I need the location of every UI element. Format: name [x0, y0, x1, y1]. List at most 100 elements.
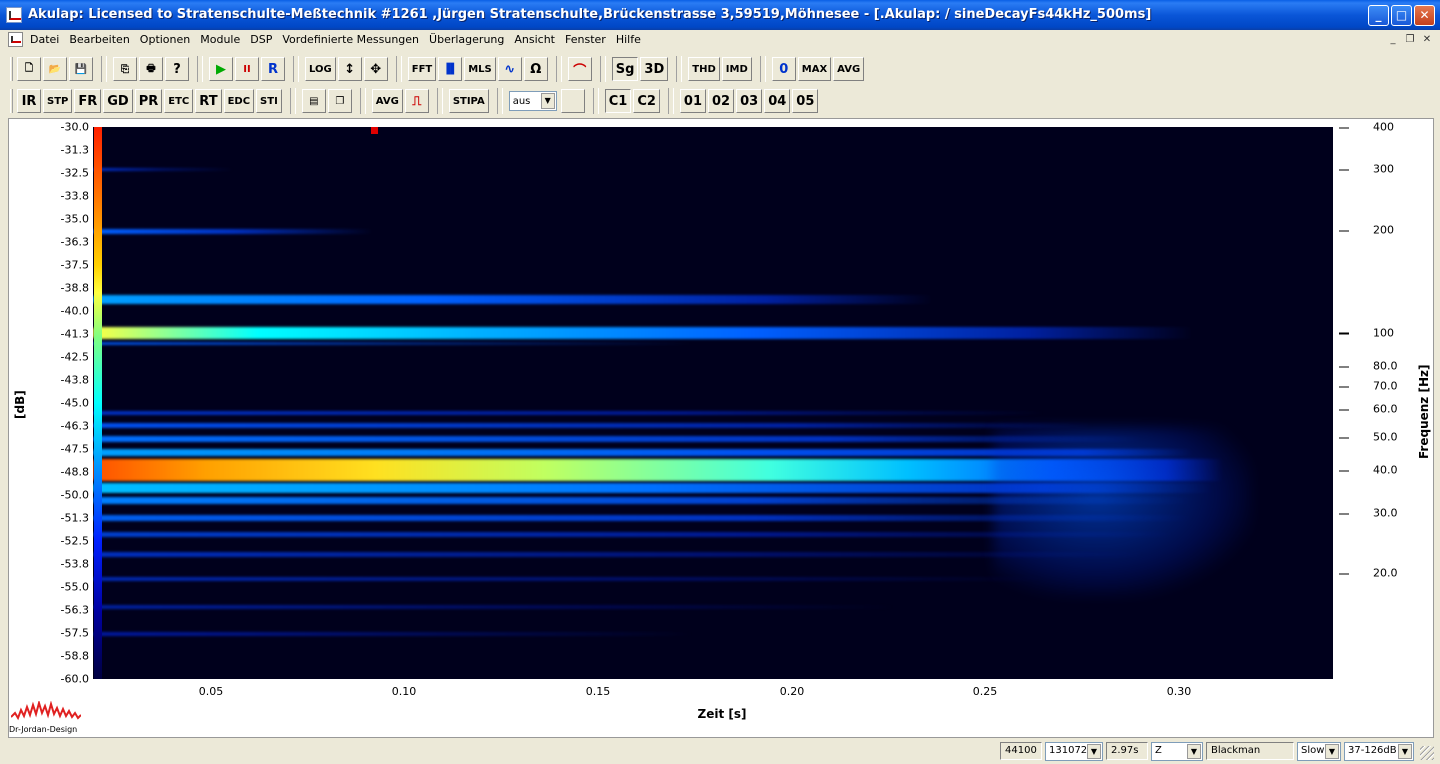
bar-spectrum-button[interactable]: ▐▌ — [438, 57, 463, 81]
impedance-button[interactable]: Ω — [523, 57, 548, 81]
minimize-button[interactable]: _ — [1368, 5, 1389, 26]
avg-button[interactable]: AVG — [833, 57, 865, 81]
ir-button[interactable]: IR — [17, 89, 41, 113]
separator — [592, 88, 599, 114]
menu-module[interactable]: Module — [200, 33, 240, 46]
memory-slot-05[interactable]: 05 — [792, 89, 819, 113]
menu-vordefinierte-messungen[interactable]: Vordefinierte Messungen — [282, 33, 419, 46]
freq-tick: 60.0 — [1339, 403, 1398, 416]
document-icon[interactable] — [8, 32, 23, 47]
menu-optionen[interactable]: Optionen — [140, 33, 190, 46]
copy-button[interactable]: ⎘ — [113, 57, 137, 81]
db-tick: -46.3 — [60, 419, 89, 433]
separator — [667, 88, 674, 114]
resize-grip[interactable] — [1420, 746, 1434, 760]
fr-button[interactable]: FR — [74, 89, 102, 113]
speed-select[interactable]: Slow ▼ — [1297, 742, 1341, 761]
window-title: Akulap: Licensed to Stratenschulte-Meßte… — [28, 7, 1152, 22]
freq-tick: 200 — [1339, 224, 1394, 237]
stp-button[interactable]: STP — [43, 89, 73, 113]
db-axis: -30.0 -31.3 -32.5 -33.8 -35.0 -36.3 -37.… — [29, 119, 89, 719]
chevron-down-icon[interactable]: ▼ — [540, 93, 555, 109]
empty-button[interactable] — [560, 89, 585, 113]
memory-slot-01[interactable]: 01 — [679, 89, 706, 113]
fft-size-select[interactable]: 131072 ▼ — [1045, 742, 1103, 761]
step-response-icon[interactable]: ⎍ — [404, 89, 429, 113]
sidelobe-band — [93, 411, 1043, 415]
chevron-down-icon[interactable]: ▼ — [1398, 744, 1412, 759]
log-scale-button[interactable]: LOG — [305, 57, 336, 81]
memory-slot-03[interactable]: 03 — [736, 89, 763, 113]
maximize-button[interactable]: □ — [1391, 5, 1412, 26]
mls-button[interactable]: MLS — [464, 57, 496, 81]
menu-ueberlagerung[interactable]: Überlagerung — [429, 33, 504, 46]
mdi-close-icon[interactable]: ✕ — [1420, 33, 1434, 47]
sidelobe-band — [93, 423, 1093, 428]
menu-ansicht[interactable]: Ansicht — [514, 33, 555, 46]
spectrogram-button[interactable]: Sg — [611, 57, 639, 81]
separator — [289, 88, 296, 114]
edc-button[interactable]: EDC — [223, 89, 255, 113]
close-button[interactable]: ✕ — [1414, 5, 1435, 26]
cursor-marker[interactable] — [371, 127, 378, 134]
menu-fenster[interactable]: Fenster — [565, 33, 606, 46]
menu-hilfe[interactable]: Hilfe — [616, 33, 641, 46]
save-file-button[interactable]: 💾 — [69, 57, 93, 81]
db-tick: -57.5 — [60, 626, 89, 640]
channel-1-button[interactable]: C1 — [604, 89, 632, 113]
db-tick: -53.8 — [60, 557, 89, 571]
overlay-select[interactable]: aus ▼ — [508, 91, 557, 111]
chevron-down-icon[interactable]: ▼ — [1325, 744, 1339, 759]
db-tick: -50.0 — [60, 488, 89, 502]
toolbar-grip[interactable] — [10, 89, 13, 113]
spectrogram-heatmap[interactable] — [93, 127, 1333, 679]
menu-bearbeiten[interactable]: Bearbeiten — [69, 33, 129, 46]
etc-button[interactable]: ETC — [164, 89, 194, 113]
toolbar-grip[interactable] — [10, 57, 13, 81]
pan-button[interactable]: ✥ — [363, 57, 388, 81]
db-tick: -40.0 — [60, 304, 89, 318]
status-bar: 44100 131072 ▼ 2.97s Z ▼ Blackman Slow ▼… — [0, 740, 1440, 764]
open-file-button[interactable]: 📂 — [43, 57, 67, 81]
print-button[interactable]: 🖶 — [139, 57, 163, 81]
max-button[interactable]: MAX — [797, 57, 832, 81]
thd-button[interactable]: THD — [688, 57, 720, 81]
sti-button[interactable]: STI — [256, 89, 282, 113]
menu-dsp[interactable]: DSP — [250, 33, 272, 46]
mdi-minimize-icon[interactable]: _ — [1386, 33, 1400, 47]
vertical-zoom-button[interactable]: ↕ — [337, 57, 362, 81]
zero-button[interactable]: 0 — [771, 57, 796, 81]
imd-button[interactable]: IMD — [721, 57, 752, 81]
pr-button[interactable]: PR — [134, 89, 163, 113]
play-button[interactable]: ▶ — [209, 57, 233, 81]
avg-mode-button[interactable]: AVG — [371, 89, 403, 113]
stipa-button[interactable]: STIPA — [448, 89, 489, 113]
gd-button[interactable]: GD — [103, 89, 133, 113]
chevron-down-icon[interactable]: ▼ — [1087, 744, 1101, 759]
fft-button[interactable]: FFT — [407, 57, 437, 81]
3d-button[interactable]: 3D — [640, 57, 669, 81]
windows-icon[interactable]: ❐ — [327, 89, 352, 113]
range-select[interactable]: 37-126dB ▼ — [1344, 742, 1414, 761]
waveform-button[interactable]: ∿ — [497, 57, 522, 81]
new-file-button[interactable]: 🗋 — [17, 57, 41, 81]
freq-tick: 300 — [1339, 163, 1394, 176]
menu-datei[interactable]: Datei — [30, 33, 59, 46]
properties-icon[interactable]: ▤ — [301, 89, 326, 113]
curve-button[interactable]: ⌒ — [567, 57, 592, 81]
logo-waveform-icon — [11, 701, 81, 721]
harmonic-band-200hz — [93, 229, 373, 234]
memory-slot-02[interactable]: 02 — [708, 89, 735, 113]
pause-button[interactable]: II — [235, 57, 259, 81]
channel-2-button[interactable]: C2 — [633, 89, 660, 113]
app-icon[interactable] — [6, 7, 22, 23]
memory-slot-04[interactable]: 04 — [764, 89, 791, 113]
rt-button[interactable]: RT — [195, 89, 222, 113]
weighting-select[interactable]: Z ▼ — [1151, 742, 1203, 761]
help-button[interactable]: ? — [165, 57, 189, 81]
analysis-toolbar: IR STP FR GD PR ETC RT EDC STI ▤ ❐ AVG ⎍… — [10, 86, 820, 116]
sidelobe-band — [93, 605, 893, 609]
record-button[interactable]: R — [261, 57, 285, 81]
mdi-restore-icon[interactable]: ❐ — [1403, 33, 1417, 47]
chevron-down-icon[interactable]: ▼ — [1187, 744, 1201, 759]
